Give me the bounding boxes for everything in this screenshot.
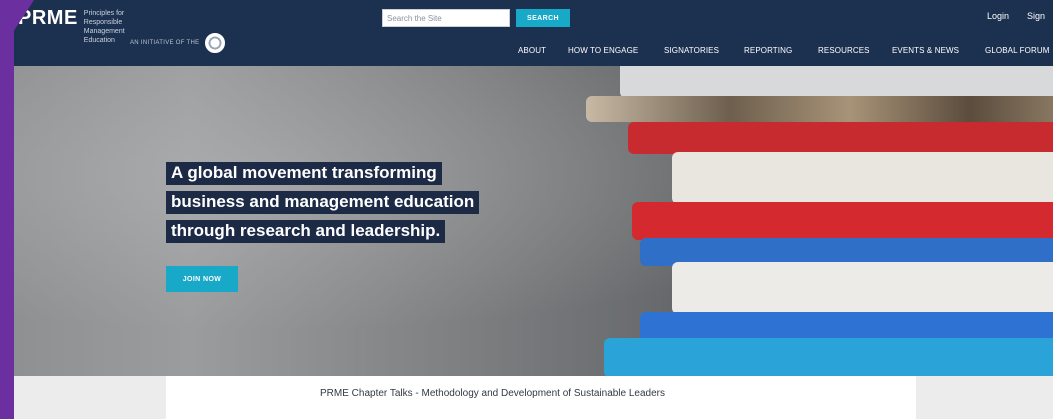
hero-headline-line-3: through research and leadership. — [166, 220, 446, 243]
nav-item-signatories[interactable]: SIGNATORIES — [664, 46, 719, 55]
main-nav: ABOUT HOW TO ENGAGE SIGNATORIES REPORTIN… — [0, 46, 1053, 60]
featured-talk-title[interactable]: PRME Chapter Talks - Methodology and Dev… — [320, 388, 680, 399]
nav-item-global-forum[interactable]: GLOBAL FORUM — [985, 46, 1049, 55]
hero-headline-line-2: business and management education — [166, 191, 480, 214]
purple-corner-decoration — [0, 0, 34, 52]
featured-talk-card[interactable]: PRME Chapter Talks - Methodology and Dev… — [166, 376, 916, 419]
purple-edge-decoration — [0, 0, 14, 419]
search-input[interactable] — [382, 9, 510, 27]
hero-banner: A global movement transforming business … — [0, 66, 1053, 376]
prme-logo[interactable]: PRME Principles for Responsible Manageme… — [18, 6, 146, 45]
signup-link[interactable]: Sign — [1027, 11, 1045, 21]
search-button[interactable]: SEARCH — [516, 9, 570, 27]
site-header: PRME Principles for Responsible Manageme… — [0, 0, 1053, 66]
nav-item-about[interactable]: ABOUT — [518, 46, 546, 55]
nav-item-reporting[interactable]: REPORTING — [744, 46, 792, 55]
nav-item-how-to-engage[interactable]: HOW TO ENGAGE — [568, 46, 638, 55]
login-link[interactable]: Login — [987, 11, 1009, 21]
join-now-button[interactable]: JOIN NOW — [166, 266, 238, 292]
nav-item-resources[interactable]: RESOURCES — [818, 46, 870, 55]
hero-headline-line-1: A global movement transforming — [166, 162, 442, 185]
nav-item-events-news[interactable]: EVENTS & NEWS — [892, 46, 959, 55]
